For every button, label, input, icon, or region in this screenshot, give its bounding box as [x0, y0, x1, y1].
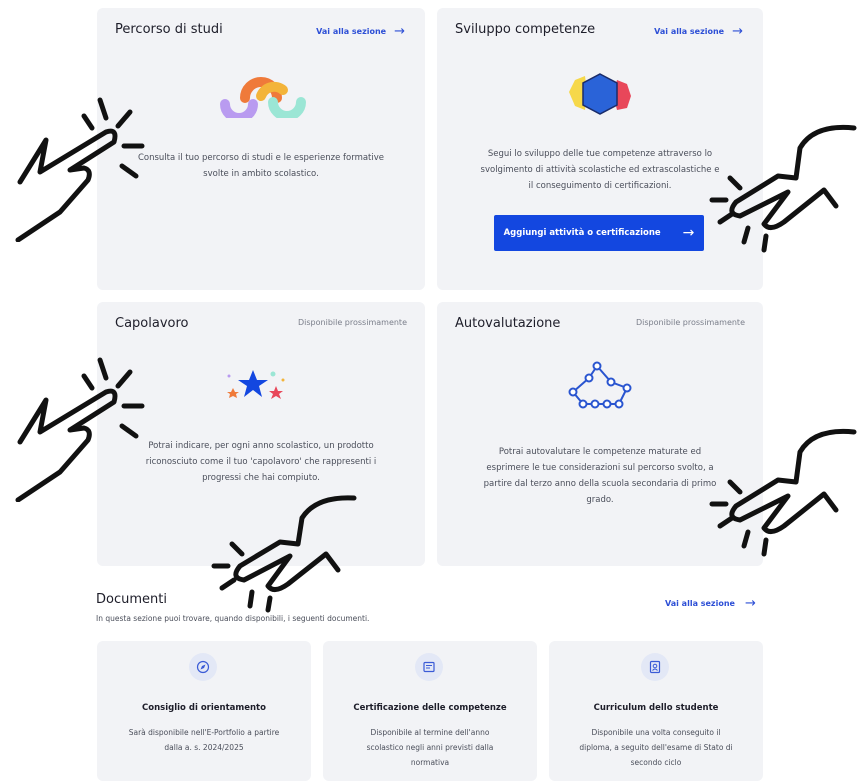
document-description: Disponibile una volta conseguito il dipl… [579, 728, 733, 767]
link-label: Vai alla sezione [665, 599, 735, 608]
stars-illustration-icon [227, 370, 285, 399]
aggiungi-attivita-button[interactable]: Aggiungi attività o certificazione → [494, 215, 704, 251]
card-sviluppo-competenze: Sviluppo competenze Vai alla sezione → S… [437, 8, 763, 290]
card-title: Capolavoro [115, 316, 189, 331]
arrow-right-icon: → [682, 225, 695, 241]
document-title: Consiglio di orientamento [142, 703, 266, 713]
card-description: Potrai autovalutare le competenze matura… [483, 447, 717, 505]
document-card-certificazione[interactable]: Certificazione delle competenze Disponib… [323, 641, 537, 781]
arrow-right-icon: → [394, 24, 405, 39]
compass-icon [189, 653, 217, 681]
card-percorso-di-studi: Percorso di studi Vai alla sezione → Con… [97, 8, 425, 290]
card-title: Sviluppo competenze [455, 22, 596, 37]
card-title: Percorso di studi [115, 22, 223, 37]
card-description: Segui lo sviluppo delle tue competenze a… [480, 149, 720, 191]
document-card-curriculum[interactable]: Curriculum dello studente Disponibile un… [549, 641, 763, 781]
card-capolavoro: Capolavoro Disponibile prossimamente Pot… [97, 302, 425, 566]
document-title: Certificazione delle competenze [353, 703, 507, 713]
vai-alla-sezione-link[interactable]: Vai alla sezione → [654, 24, 743, 39]
button-label: Aggiungi attività o certificazione [503, 228, 661, 238]
curriculum-icon [641, 653, 669, 681]
status-label: Disponibile prossimamente [636, 318, 745, 327]
vai-alla-sezione-link[interactable]: Vai alla sezione → [316, 24, 405, 39]
arrow-right-icon: → [744, 596, 756, 611]
hexagons-illustration-icon [569, 73, 631, 115]
link-label: Vai alla sezione [316, 27, 387, 36]
status-label: Disponibile prossimamente [298, 318, 407, 327]
network-illustration-icon [568, 361, 632, 409]
document-card-consiglio[interactable]: Consiglio di orientamento Sarà disponibi… [97, 641, 311, 781]
section-subtitle: In questa sezione puoi trovare, quando d… [96, 614, 370, 623]
document-description: Sarà disponibile nell'E-Portfolio a part… [128, 728, 280, 752]
certificate-icon [415, 653, 443, 681]
vai-alla-sezione-link[interactable]: Vai alla sezione → [665, 596, 756, 611]
path-illustration-icon [220, 77, 306, 118]
document-description: Disponibile al termine dell'anno scolast… [366, 728, 494, 767]
card-description: Potrai indicare, per ogni anno scolastic… [145, 441, 377, 483]
section-title: Documenti [96, 592, 167, 607]
card-title: Autovalutazione [455, 316, 561, 331]
arrow-right-icon: → [732, 24, 743, 39]
card-autovalutazione: Autovalutazione Disponibile prossimament… [437, 302, 763, 566]
card-description: Consulta il tuo percorso di studi e le e… [137, 153, 385, 179]
link-label: Vai alla sezione [654, 27, 725, 36]
document-title: Curriculum dello studente [593, 703, 719, 713]
